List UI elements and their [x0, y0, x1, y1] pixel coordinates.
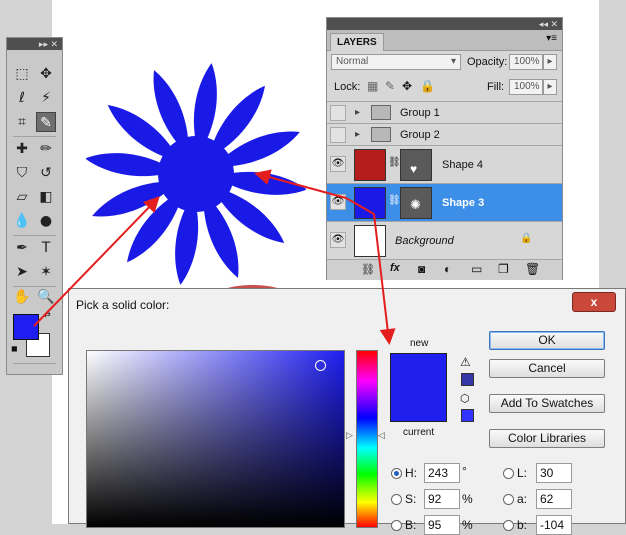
annotation-arrows: [33, 169, 396, 345]
arrow-to-new-color: [373, 213, 396, 345]
arrow-to-shape-center: [254, 169, 347, 199]
arrow-segment: [345, 197, 375, 215]
arrow-to-shape: [33, 196, 160, 327]
